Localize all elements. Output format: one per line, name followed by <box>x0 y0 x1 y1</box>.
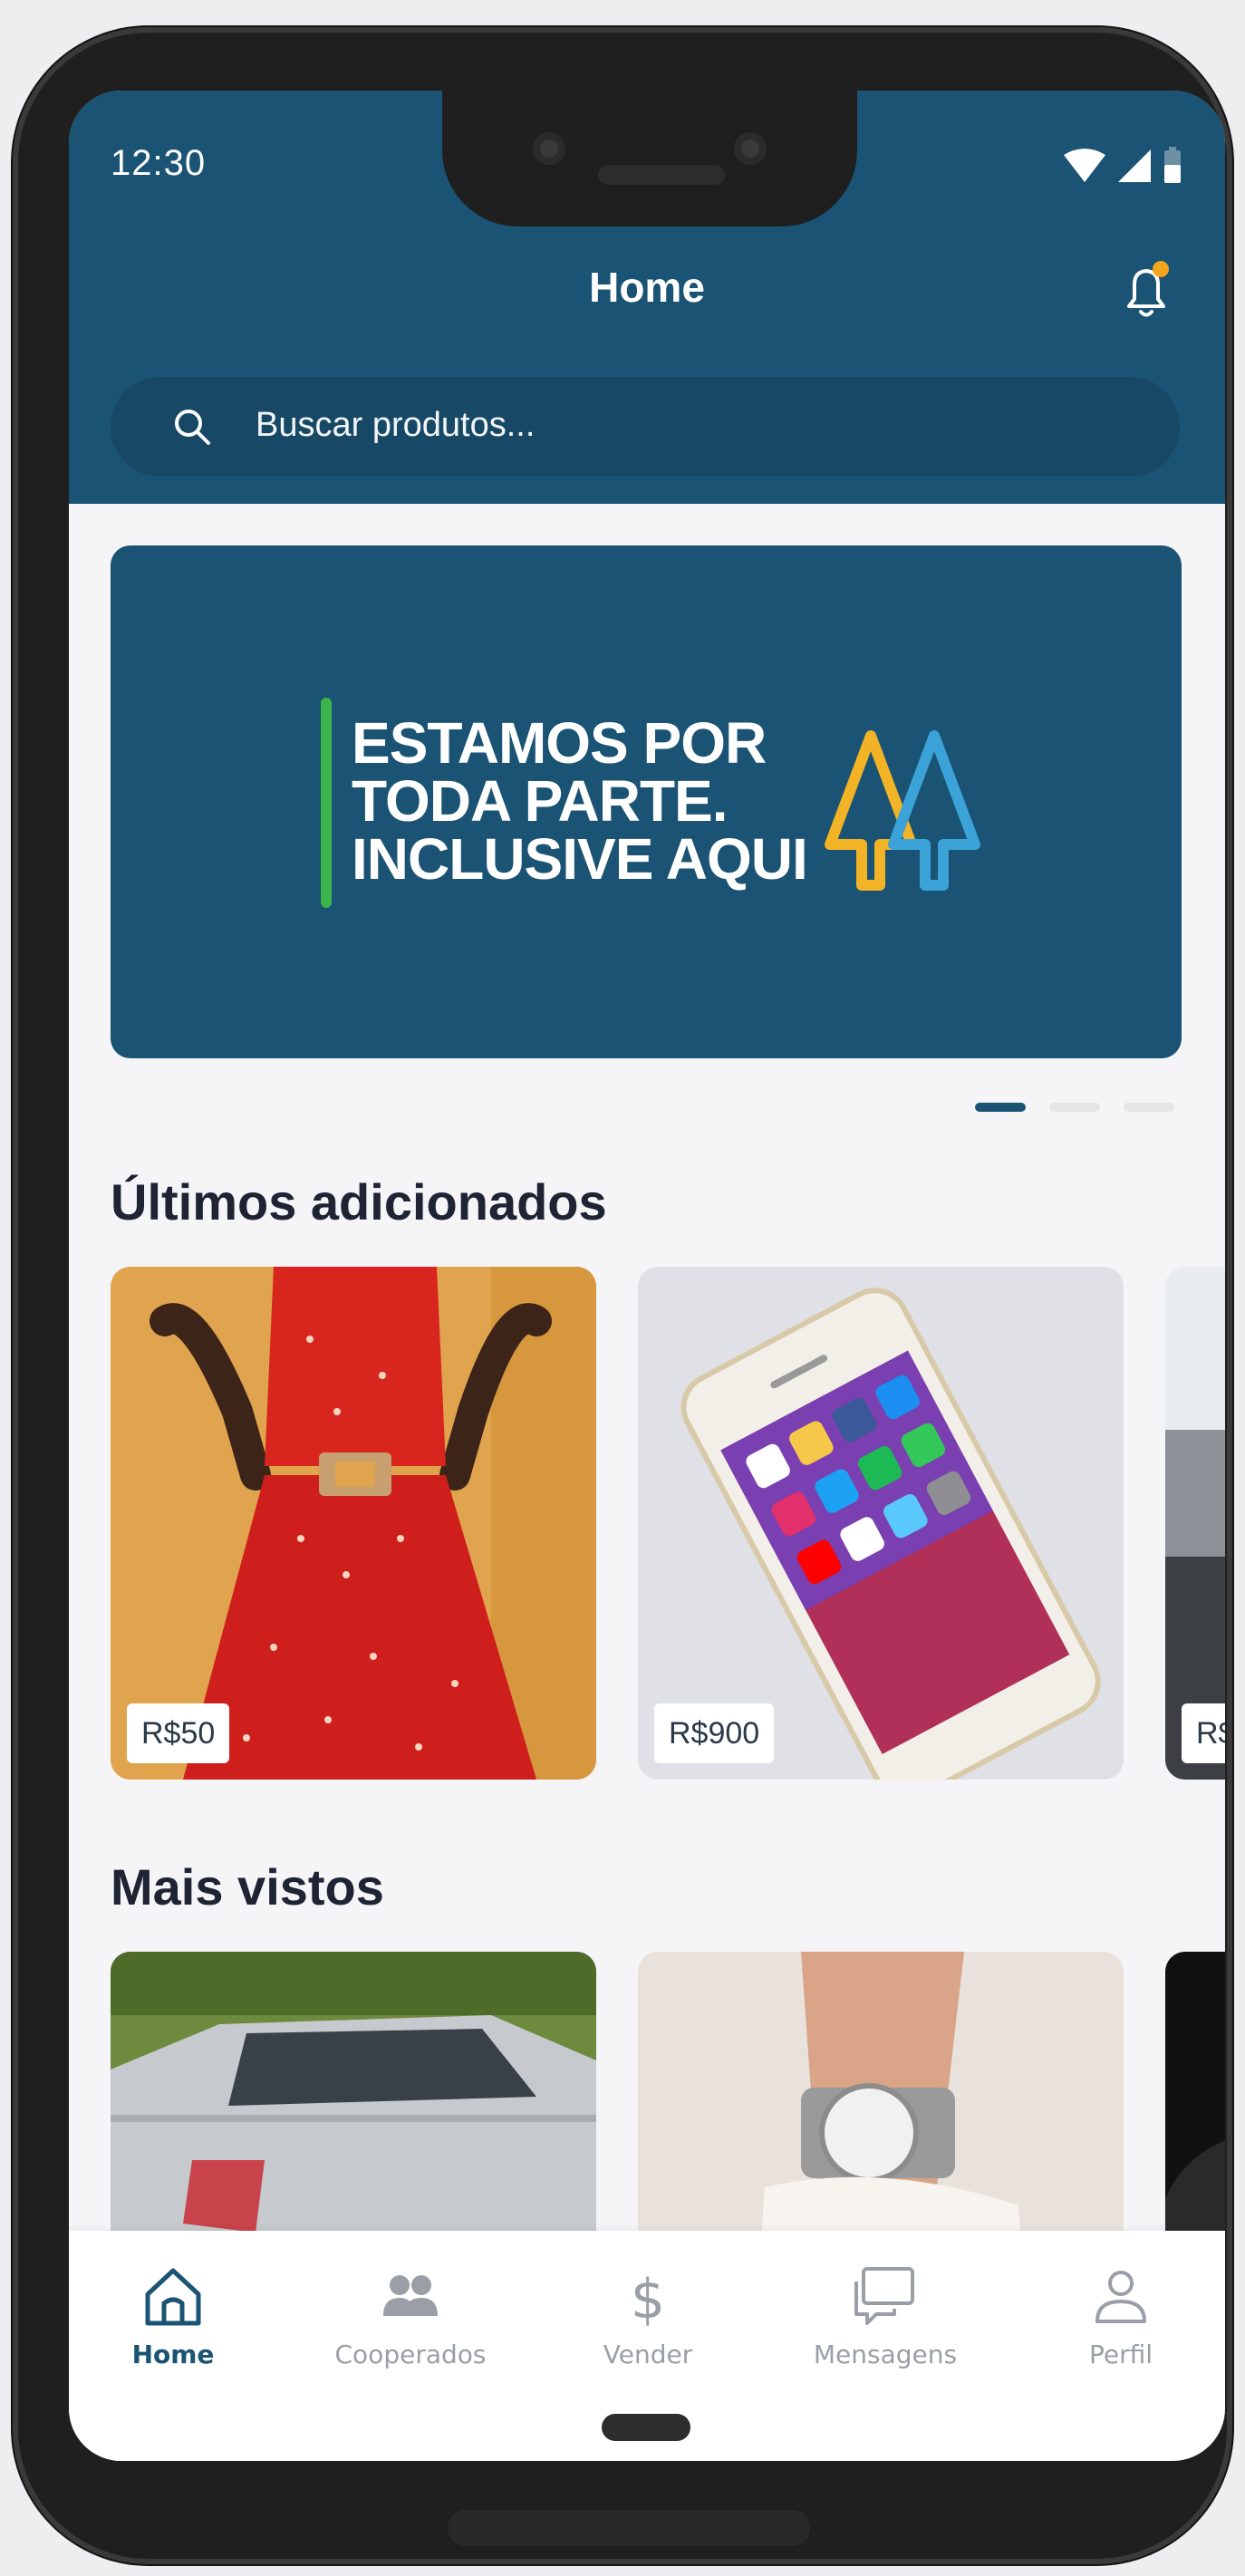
banner-accent-bar <box>321 698 332 908</box>
nav-item-vender[interactable]: $ Vender <box>544 2258 752 2369</box>
banner-text: ESTAMOS POR TODA PARTE. INCLUSIVE AQUI <box>352 710 808 892</box>
nav-item-mensagens[interactable]: Mensagens <box>781 2258 989 2369</box>
search-input[interactable]: Buscar produtos... <box>256 406 535 445</box>
carousel-pagination <box>975 1103 1174 1112</box>
chat-icon <box>854 2267 914 2325</box>
price-tag: R$ <box>1182 1703 1225 1763</box>
search-icon <box>175 410 210 445</box>
status-icons <box>1062 143 1183 188</box>
signal-icon <box>1118 150 1151 182</box>
search-bar[interactable]: Buscar produtos... <box>111 377 1180 477</box>
banner-line: INCLUSIVE AQUI <box>352 826 808 892</box>
camera-notch <box>442 91 857 227</box>
latest-items-row: R$50 R$900 R <box>111 1267 1225 1780</box>
section-title-most-viewed: Mais vistos <box>111 1858 384 1915</box>
nav-item-perfil[interactable]: Perfil <box>1017 2258 1225 2369</box>
nav-item-cooperados[interactable]: Cooperados <box>306 2258 515 2369</box>
front-sensor <box>734 132 767 165</box>
app-header: 12:30 Home Buscar produtos... <box>69 91 1225 504</box>
carousel-dot[interactable] <box>1049 1103 1100 1112</box>
notification-bell-icon[interactable] <box>1116 259 1176 323</box>
wifi-icon <box>1064 149 1105 182</box>
home-icon <box>145 2268 201 2326</box>
banner-line: ESTAMOS POR <box>352 710 767 776</box>
nav-item-home[interactable]: Home <box>69 2258 277 2369</box>
banner-line: TODA PARTE. <box>352 768 728 834</box>
front-camera <box>533 132 565 165</box>
product-card-partial[interactable]: R$ <box>1165 1267 1225 1780</box>
phone-speaker-grille <box>448 2510 810 2546</box>
phone-frame: 12:30 Home Buscar produtos... ESTAMOS PO… <box>13 27 1232 2564</box>
section-title-latest: Últimos adicionados <box>111 1173 607 1230</box>
status-time: 12:30 <box>111 143 207 183</box>
product-card-phone[interactable]: R$900 <box>638 1267 1124 1780</box>
profile-icon <box>1095 2271 1146 2323</box>
carousel-dot-active[interactable] <box>975 1103 1026 1112</box>
price-tag: R$900 <box>654 1703 775 1763</box>
product-card-dress[interactable]: R$50 <box>111 1267 596 1780</box>
nav-label-vender: Vender <box>603 2340 693 2369</box>
users-icon <box>383 2275 438 2316</box>
nav-label-mensagens: Mensagens <box>813 2340 958 2369</box>
battery-icon <box>1164 147 1181 183</box>
price-tag: R$50 <box>127 1703 230 1763</box>
nav-label-cooperados: Cooperados <box>334 2340 487 2369</box>
page-title: Home <box>589 264 705 311</box>
svg-text:$: $ <box>631 2268 665 2331</box>
nav-label-home: Home <box>131 2340 215 2369</box>
dollar-icon: $ <box>631 2268 665 2331</box>
carousel-dot[interactable] <box>1124 1103 1174 1112</box>
pine-trees-logo-icon <box>825 730 980 891</box>
promo-banner[interactable]: ESTAMOS POR TODA PARTE. INCLUSIVE AQUI <box>111 545 1182 1058</box>
nav-label-perfil: Perfil <box>1088 2340 1153 2369</box>
app-screen: 12:30 Home Buscar produtos... ESTAMOS PO… <box>69 91 1225 2461</box>
notification-dot <box>1153 261 1169 277</box>
earpiece-speaker <box>598 165 725 185</box>
gesture-home-indicator[interactable] <box>602 2414 690 2441</box>
